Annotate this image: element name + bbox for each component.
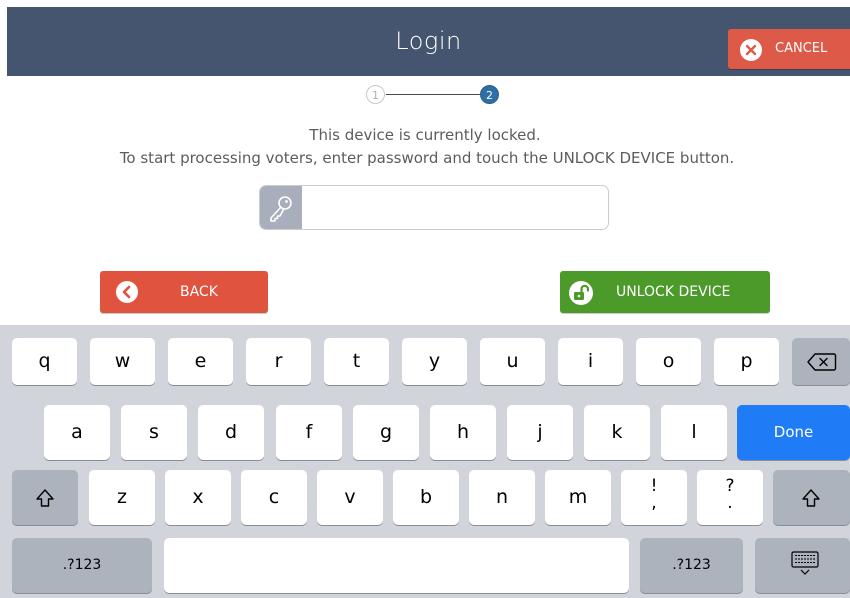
- key-p[interactable]: p: [714, 338, 779, 385]
- key-y[interactable]: y: [402, 338, 467, 385]
- key-icon: [260, 186, 302, 229]
- password-field[interactable]: [259, 185, 609, 230]
- key-exclamation-comma[interactable]: ! ,: [621, 470, 687, 525]
- key-i[interactable]: i: [558, 338, 623, 385]
- key-a[interactable]: a: [44, 405, 110, 460]
- key-x[interactable]: x: [165, 470, 231, 525]
- key-g[interactable]: g: [353, 405, 419, 460]
- close-icon: [740, 39, 762, 61]
- cancel-label: CANCEL: [775, 41, 828, 56]
- onscreen-keyboard: q w e r t y u i o p a s d f g h j k l Do…: [0, 325, 850, 598]
- shift-key-right[interactable]: [773, 470, 850, 525]
- unlock-label: UNLOCK DEVICE: [616, 284, 731, 300]
- key-k[interactable]: k: [584, 405, 650, 460]
- key-f[interactable]: f: [276, 405, 342, 460]
- key-v[interactable]: v: [317, 470, 383, 525]
- shift-key-left[interactable]: [12, 470, 78, 525]
- key-d[interactable]: d: [198, 405, 264, 460]
- chevron-left-icon: [116, 281, 138, 303]
- key-o[interactable]: o: [636, 338, 701, 385]
- key-q[interactable]: q: [12, 338, 77, 385]
- key-e[interactable]: e: [168, 338, 233, 385]
- key-question-period[interactable]: ? .: [697, 470, 763, 525]
- step-connector: [386, 94, 480, 95]
- lock-message-line-2: To start processing voters, enter passwo…: [119, 149, 735, 167]
- key-z[interactable]: z: [89, 470, 155, 525]
- back-label: BACK: [180, 284, 218, 300]
- hide-keyboard-key[interactable]: [755, 538, 850, 593]
- key-r[interactable]: r: [246, 338, 311, 385]
- key-b[interactable]: b: [393, 470, 459, 525]
- key-l[interactable]: l: [661, 405, 727, 460]
- header-bar: Login CANCEL: [7, 7, 850, 76]
- key-w[interactable]: w: [90, 338, 155, 385]
- unlock-device-button[interactable]: UNLOCK DEVICE: [560, 271, 770, 313]
- key-bottom-char: .: [727, 493, 733, 513]
- key-n[interactable]: n: [469, 470, 535, 525]
- page-title: Login: [395, 27, 462, 55]
- space-key[interactable]: [164, 538, 629, 593]
- step-indicator: 1 2: [366, 85, 501, 107]
- shift-icon: [36, 489, 54, 507]
- unlock-icon: [569, 281, 593, 305]
- backspace-key[interactable]: [792, 338, 850, 385]
- shift-icon: [802, 489, 820, 507]
- numbers-key-left[interactable]: .?123: [12, 538, 152, 593]
- key-t[interactable]: t: [324, 338, 389, 385]
- done-key[interactable]: Done: [737, 405, 850, 460]
- key-u[interactable]: u: [480, 338, 545, 385]
- step-2: 2: [480, 85, 499, 104]
- key-h[interactable]: h: [430, 405, 496, 460]
- back-button[interactable]: BACK: [100, 271, 268, 313]
- cancel-button[interactable]: CANCEL: [728, 29, 850, 69]
- key-m[interactable]: m: [545, 470, 611, 525]
- key-bottom-char: ,: [651, 493, 657, 513]
- lock-message-line-1: This device is currently locked.: [309, 126, 541, 144]
- key-s[interactable]: s: [121, 405, 187, 460]
- key-j[interactable]: j: [507, 405, 573, 460]
- step-1: 1: [366, 85, 385, 104]
- keyboard-hide-icon: [791, 551, 819, 575]
- backspace-icon: [807, 353, 837, 371]
- numbers-key-right[interactable]: .?123: [640, 538, 743, 593]
- key-c[interactable]: c: [241, 470, 307, 525]
